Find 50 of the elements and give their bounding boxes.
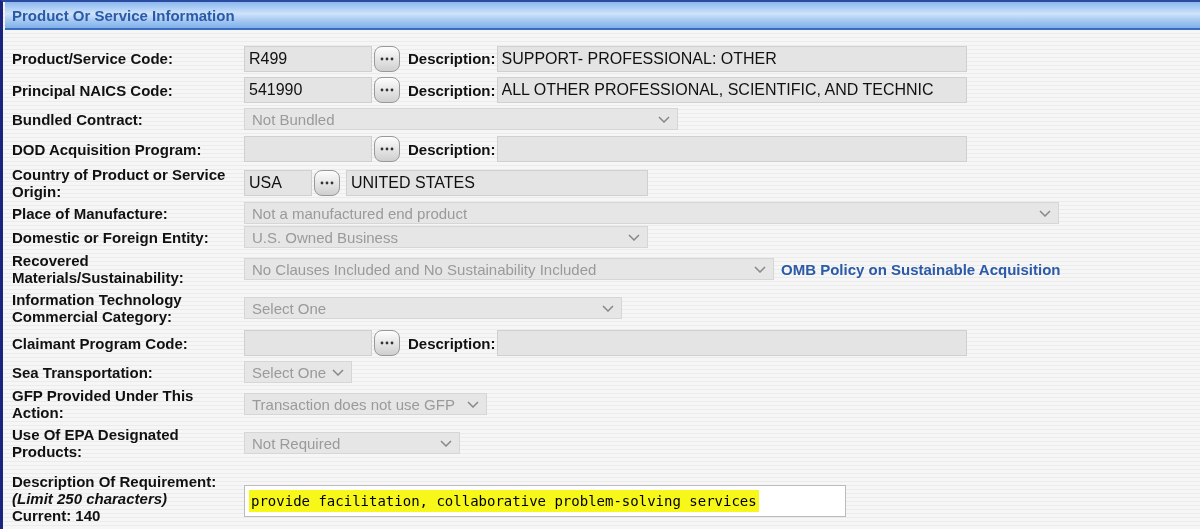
ellipsis-icon <box>380 147 394 151</box>
lookup-button[interactable] <box>374 136 400 162</box>
description-field[interactable]: ALL OTHER PROFESSIONAL, SCIENTIFIC, AND TECHNIC <box>496 77 967 103</box>
code-field[interactable]: R499 <box>244 45 372 72</box>
lookup-button[interactable] <box>374 330 400 356</box>
field-label: Domestic or Foreign Entity: <box>12 228 209 246</box>
field-label: DOD Acquisition Program: <box>12 140 202 158</box>
description-field[interactable] <box>496 330 967 356</box>
lookup-button[interactable] <box>314 170 340 196</box>
description-label: Description: <box>408 50 496 67</box>
ellipsis-icon <box>380 88 394 92</box>
chevron-down-icon <box>467 400 479 408</box>
chevron-down-icon <box>628 233 640 241</box>
field-label: Description Of Requirement: <box>12 472 217 490</box>
field-label: Use Of EPA Designated Products: <box>12 426 180 460</box>
ellipsis-icon <box>380 56 394 61</box>
field-label: GFP Provided Under This Action: <box>12 387 195 421</box>
requirement-textarea[interactable]: provide facilitation, collaborative problem-solving services <box>244 485 846 517</box>
field-label: Sea Transportation: <box>12 363 153 381</box>
section-title: Product Or Service Information <box>12 6 235 24</box>
code-field[interactable]: USA <box>244 170 312 196</box>
character-counter: Current: 140 <box>12 506 101 524</box>
field-label: Bundled Contract: <box>12 110 143 128</box>
field-label: Claimant Program Code: <box>12 334 188 352</box>
code-field[interactable] <box>244 330 372 356</box>
field-label: Product/Service Code: <box>12 50 173 67</box>
field-label: Principal NAICS Code: <box>12 81 173 99</box>
code-field[interactable] <box>244 136 372 162</box>
hint-text: (Limit 250 characters) <box>12 489 168 507</box>
description-field[interactable] <box>496 136 967 162</box>
chevron-down-icon <box>332 368 344 376</box>
lookup-button[interactable] <box>374 77 400 103</box>
code-field[interactable]: 541990 <box>244 77 372 103</box>
chevron-down-icon <box>658 115 670 123</box>
lookup-button[interactable] <box>374 45 400 72</box>
ellipsis-icon <box>380 341 394 345</box>
description-field[interactable]: UNITED STATES <box>346 170 648 196</box>
description-label: Description: <box>408 334 496 352</box>
field-label: Information Technology Commercial Category: <box>12 291 183 325</box>
description-label: Description: <box>408 81 496 99</box>
chevron-down-icon <box>1039 209 1051 217</box>
chevron-down-icon <box>602 304 614 312</box>
ellipsis-icon <box>320 181 334 185</box>
field-label: Country of Product or Service Origin: <box>12 166 227 200</box>
description-label: Description: <box>408 140 496 158</box>
field-label: Place of Manufacture: <box>12 204 168 222</box>
description-field[interactable]: SUPPORT- PROFESSIONAL: OTHER <box>496 45 967 72</box>
field-label: Recovered Materials/Sustainability: <box>12 252 185 286</box>
chevron-down-icon <box>440 439 452 447</box>
chevron-down-icon <box>754 265 766 273</box>
